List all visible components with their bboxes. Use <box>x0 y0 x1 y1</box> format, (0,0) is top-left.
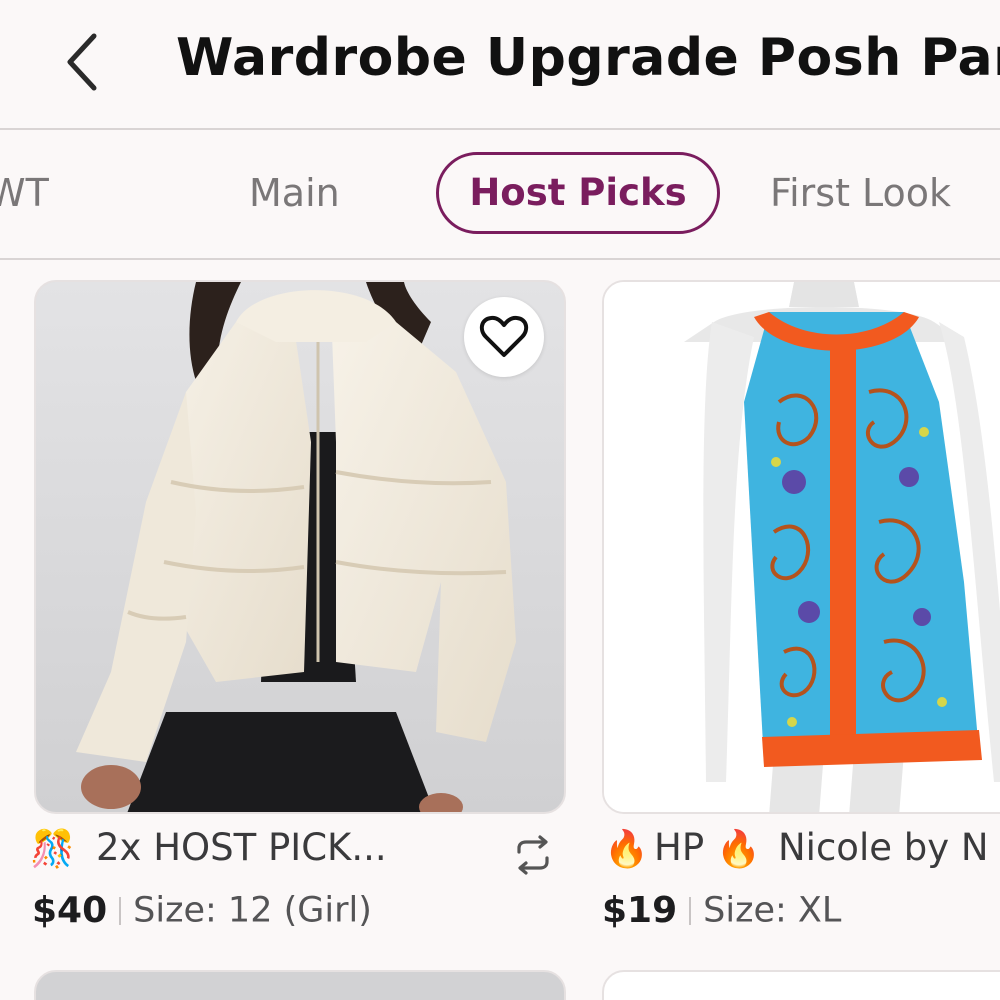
chevron-left-icon <box>67 33 97 91</box>
listing-size: Size: 12 (Girl) <box>133 890 372 931</box>
listing-meta: $40 Size: 12 (Girl) <box>32 890 372 940</box>
listing-image-paisley-top[interactable] <box>602 280 1000 814</box>
listing-price: $19 <box>602 890 678 931</box>
listing-card[interactable] <box>34 970 566 1000</box>
confetti-icon: 🎊 <box>30 829 75 870</box>
divider <box>689 896 692 925</box>
paisley-top-illustration <box>604 282 1000 812</box>
top-bar: Wardrobe Upgrade Posh Party <box>0 0 1000 130</box>
listing-card[interactable] <box>602 970 1000 1000</box>
listing-price: $40 <box>32 890 108 931</box>
tab-wt[interactable]: WT <box>0 152 49 234</box>
fire-icon: 🔥 <box>604 829 649 870</box>
tab-main[interactable]: Main <box>249 152 340 234</box>
repost-icon <box>517 835 549 875</box>
divider <box>119 896 122 925</box>
tab-host-picks[interactable]: Host Picks <box>436 152 720 234</box>
listing-size: Size: XL <box>703 890 842 931</box>
listing-meta: $19 Size: XL <box>602 890 841 940</box>
like-button[interactable] <box>464 297 544 377</box>
listing-hp-label: HP <box>654 826 705 869</box>
heart-icon <box>479 315 529 357</box>
tab-first-look[interactable]: First Look <box>770 152 951 234</box>
back-button[interactable] <box>58 30 110 94</box>
listing-title[interactable]: 2x HOST PICK... <box>96 826 387 869</box>
fire-icon: 🔥 <box>716 829 761 870</box>
page-title: Wardrobe Upgrade Posh Party <box>176 28 1000 88</box>
share-button[interactable] <box>510 832 556 878</box>
party-tabs: WT Main Host Picks First Look <box>0 130 1000 260</box>
listing-title[interactable]: Nicole by N <box>778 826 989 869</box>
